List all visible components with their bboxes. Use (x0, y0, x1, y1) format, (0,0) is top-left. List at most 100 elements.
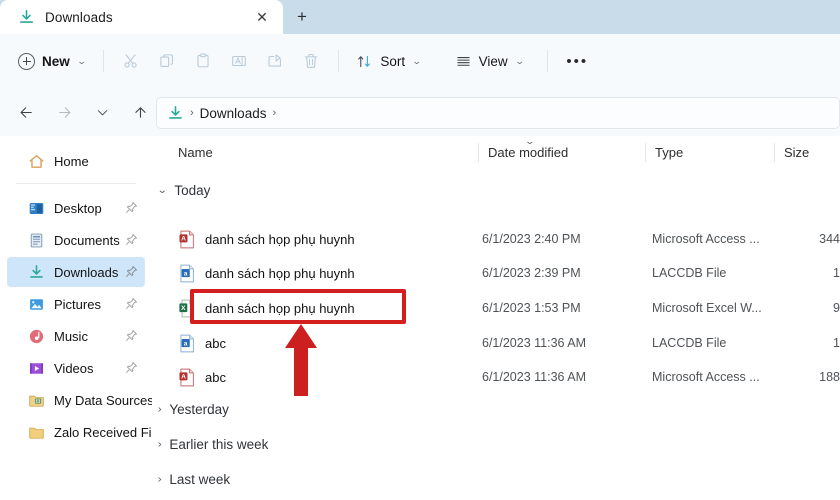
sidebar-item-zalo-received-files[interactable]: Zalo Received Files (7, 417, 168, 447)
file-size-cell: 188 (819, 370, 840, 384)
access-file-icon: A (178, 230, 196, 249)
column-headers: Name Date modified ⌄ Type Size (152, 136, 840, 169)
pin-icon[interactable] (125, 361, 138, 374)
column-header-size[interactable]: Size (784, 136, 809, 169)
new-button[interactable]: New ⌄ (14, 46, 94, 76)
breadcrumb-separator[interactable]: › (272, 107, 276, 119)
share-icon (268, 54, 282, 67)
more-options-button[interactable]: ••• (557, 45, 597, 77)
tab-downloads[interactable]: Downloads ✕ (0, 0, 283, 34)
desktop-icon (28, 200, 45, 217)
file-type-cell: LACCDB File (652, 266, 727, 280)
file-name-cell: A abc (178, 360, 226, 394)
laccdb-file-icon: a (178, 264, 196, 283)
pin-icon[interactable] (125, 201, 138, 214)
sidebar-item-downloads[interactable]: Downloads (7, 257, 145, 287)
table-row[interactable]: X danh sách họp phụ huynh 6/1/2023 1:53 … (152, 291, 840, 325)
file-date-cell: 6/1/2023 2:40 PM (482, 232, 581, 246)
column-divider[interactable] (774, 143, 775, 162)
scissors-icon (124, 54, 137, 68)
sidebar-item-home[interactable]: Home (7, 146, 145, 176)
file-type-cell: Microsoft Excel W... (652, 301, 762, 315)
up-button[interactable] (124, 96, 156, 128)
breadcrumb-downloads[interactable]: Downloads (200, 106, 267, 121)
back-button[interactable] (10, 96, 42, 128)
breadcrumb-separator: › (190, 107, 194, 119)
close-icon[interactable]: ✕ (251, 6, 273, 28)
sidebar-item-videos[interactable]: Videos (7, 353, 145, 383)
group-header-last-week[interactable]: › Last week (152, 465, 231, 493)
group-header-today[interactable]: ⌄ Today (152, 176, 210, 204)
file-name: abc (205, 369, 226, 385)
pin-icon[interactable] (125, 233, 138, 246)
videos-icon (28, 360, 45, 377)
column-divider[interactable] (478, 143, 479, 162)
paste-button[interactable] (185, 45, 221, 77)
divider (338, 50, 340, 72)
forward-button[interactable] (48, 96, 80, 128)
sidebar-item-label: Music (54, 328, 88, 344)
file-explorer-window: Downloads ✕ + New ⌄ Sort ⌄ View ⌄ ••• › … (0, 0, 840, 500)
sidebar-item-my-data-sources[interactable]: My Data Sources (7, 385, 154, 415)
file-name-cell: X danh sách họp phụ huynh (178, 291, 355, 325)
sidebar-item-label: Downloads (54, 264, 119, 280)
column-divider[interactable] (645, 143, 646, 162)
data-folder-icon (28, 392, 45, 409)
share-button[interactable] (257, 45, 293, 77)
group-header-earlier-this-week[interactable]: › Earlier this week (152, 430, 269, 458)
sidebar-item-desktop[interactable]: Desktop (7, 193, 145, 223)
tab-strip: Downloads ✕ + (0, 0, 840, 34)
sidebar-item-label: Home (54, 153, 89, 169)
recent-locations-button[interactable] (86, 96, 118, 128)
svg-text:a: a (184, 270, 188, 277)
pin-icon[interactable] (125, 297, 138, 310)
pin-icon[interactable] (125, 329, 138, 342)
view-button[interactable]: View ⌄ (447, 46, 532, 76)
delete-button[interactable] (293, 45, 329, 77)
divider (16, 183, 136, 184)
table-row[interactable]: a danh sách họp phụ huynh 6/1/2023 2:39 … (152, 256, 840, 290)
file-type-cell: LACCDB File (652, 336, 727, 350)
view-label: View (478, 53, 508, 69)
sort-button[interactable]: Sort ⌄ (348, 46, 428, 76)
view-icon (456, 56, 470, 66)
table-row[interactable]: A danh sách họp phụ huynh 6/1/2023 2:40 … (152, 222, 840, 256)
sidebar-item-pictures[interactable]: Pictures (7, 289, 145, 319)
trash-icon (305, 53, 318, 68)
column-header-label: Name (178, 145, 213, 160)
access-file-icon: A (178, 368, 196, 387)
file-name: abc (205, 335, 226, 351)
breadcrumb[interactable]: › Downloads › (156, 97, 840, 129)
file-name-cell: A danh sách họp phụ huynh (178, 222, 355, 256)
pictures-icon (28, 296, 45, 313)
svg-text:a: a (184, 340, 188, 347)
rename-button[interactable] (221, 45, 257, 77)
laccdb-file-icon: a (178, 334, 196, 353)
pin-icon[interactable] (125, 265, 138, 278)
copy-button[interactable] (149, 45, 185, 77)
downloads-icon (18, 9, 35, 26)
group-label: Earlier this week (169, 436, 269, 452)
sidebar-item-label: My Data Sources (54, 392, 154, 408)
arrow-up-icon (134, 106, 146, 118)
folder-icon (28, 424, 45, 441)
column-header-name[interactable]: Name (178, 136, 213, 169)
sidebar-item-label: Desktop (54, 200, 102, 216)
file-list-pane: Name Date modified ⌄ Type Size ⌄ Today A… (152, 136, 840, 500)
ellipsis-icon: ••• (566, 52, 589, 70)
column-header-type[interactable]: Type (655, 136, 683, 169)
table-row[interactable]: A abc 6/1/2023 11:36 AM Microsoft Access… (152, 360, 840, 394)
sort-icon (358, 55, 371, 67)
svg-text:A: A (181, 235, 186, 242)
sidebar-item-documents[interactable]: Documents (7, 225, 145, 255)
plus-icon (18, 52, 35, 70)
svg-text:X: X (181, 305, 186, 312)
documents-icon (28, 232, 45, 249)
group-header-yesterday[interactable]: › Yesterday (152, 395, 229, 423)
new-tab-button[interactable]: + (283, 0, 321, 34)
sidebar-item-music[interactable]: Music (7, 321, 145, 351)
file-date-cell: 6/1/2023 2:39 PM (482, 266, 581, 280)
cut-button[interactable] (113, 45, 149, 77)
file-date-cell: 6/1/2023 11:36 AM (482, 336, 587, 350)
table-row[interactable]: a abc 6/1/2023 11:36 AM LACCDB File 1 (152, 326, 840, 360)
